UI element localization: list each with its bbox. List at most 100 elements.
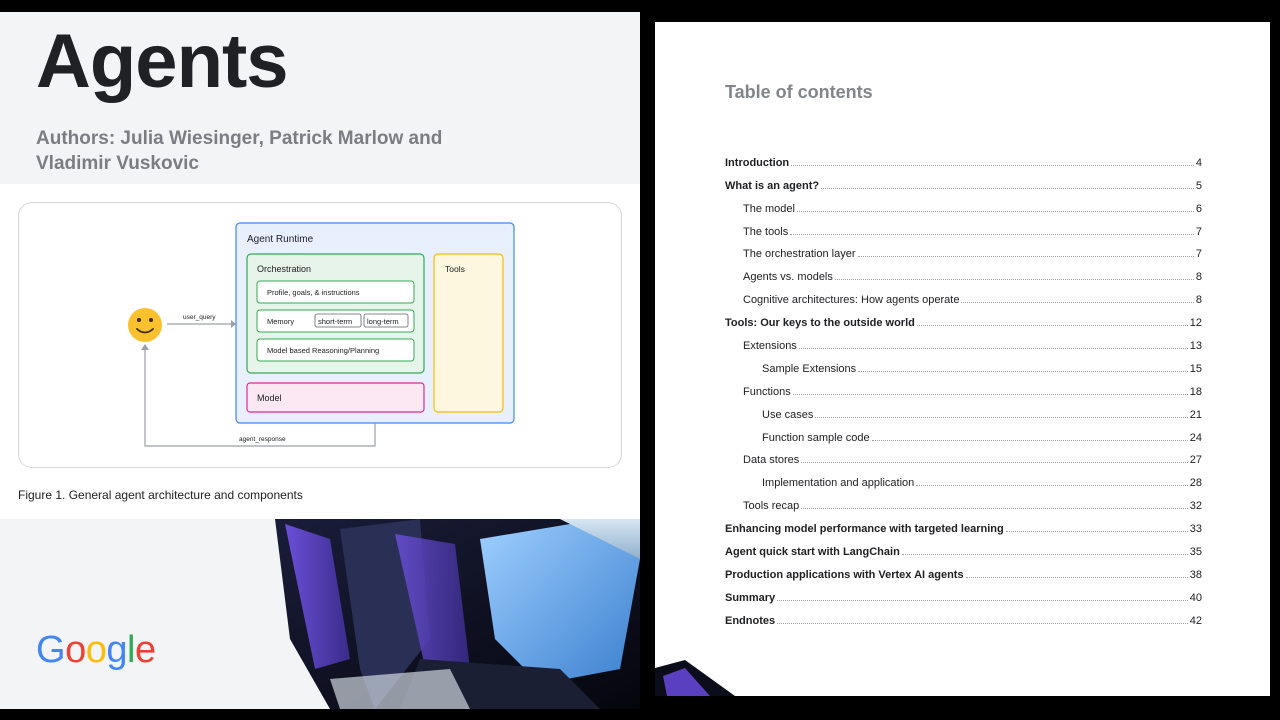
model-label: Model — [257, 393, 282, 403]
toc-entry-title: What is an agent? — [725, 179, 820, 192]
toc-entry-title: Production applications with Vertex AI a… — [725, 568, 964, 581]
toc-leader-dots — [965, 576, 1188, 578]
toc-leader-dots — [961, 302, 1194, 304]
toc-leader-dots — [791, 164, 1194, 166]
long-term-label: long-term — [367, 317, 399, 326]
toc-entry-title: Sample Extensions — [762, 362, 857, 375]
google-logo-letter: G — [36, 629, 66, 671]
toc-entry-page: 12 — [1189, 317, 1202, 330]
toc-entry-title: Endnotes — [725, 614, 776, 627]
google-logo: Google — [36, 629, 156, 672]
toc-entry[interactable]: Sample Extensions 15 — [725, 352, 1202, 375]
architecture-diagram-frame: Agent Runtime Orchestration Profile, goa… — [18, 202, 622, 468]
tools-label: Tools — [445, 264, 465, 274]
abstract-shapes-art — [275, 519, 640, 709]
toc-entry-title: Summary — [725, 591, 776, 604]
cover-artwork: Google — [0, 519, 640, 709]
corner-artwork — [655, 660, 735, 696]
toc-entry-title: Functions — [743, 385, 791, 398]
toc-entry-title: Agent quick start with LangChain — [725, 546, 900, 559]
user-query-label: user_query — [183, 314, 216, 321]
toc-entry-page: 24 — [1189, 431, 1202, 444]
toc-leader-dots — [834, 279, 1194, 281]
toc-leader-dots — [790, 233, 1194, 235]
toc-entry[interactable]: The orchestration layer 7 — [725, 238, 1202, 261]
memory-label: Memory — [267, 317, 294, 326]
user-query-arrow — [167, 320, 236, 328]
toc-entry-title: Enhancing model performance with targete… — [725, 523, 1004, 536]
toc-entry[interactable]: Data stores 27 — [725, 444, 1202, 467]
toc-leader-dots — [871, 439, 1188, 441]
toc-entry[interactable]: Summary 40 — [725, 581, 1202, 604]
toc-leader-dots — [815, 416, 1188, 418]
agent-response-label: agent_response — [239, 436, 286, 443]
toc-entry-page: 8 — [1195, 271, 1202, 284]
short-term-label: short-term — [318, 317, 352, 326]
toc-heading: Table of contents — [725, 82, 873, 102]
cover-page: Agents Authors: Julia Wiesinger, Patrick… — [0, 12, 640, 709]
toc-leader-dots — [857, 256, 1194, 258]
toc-entry[interactable]: Introduction 4 — [725, 146, 1202, 169]
toc-entry[interactable]: Extensions 13 — [725, 329, 1202, 352]
toc-entry-title: The tools — [743, 225, 789, 238]
toc-entry[interactable]: Production applications with Vertex AI a… — [725, 558, 1202, 581]
toc-entry-page: 32 — [1189, 500, 1202, 513]
toc-entry[interactable]: Functions 18 — [725, 375, 1202, 398]
toc-leader-dots — [901, 554, 1188, 556]
toc-entry-page: 28 — [1189, 477, 1202, 490]
toc-entry-page: 27 — [1189, 454, 1202, 467]
toc-entry-page: 5 — [1195, 179, 1202, 192]
toc-entry-title: Cognitive architectures: How agents oper… — [743, 294, 960, 307]
toc-entry-page: 35 — [1189, 546, 1202, 559]
toc-entry-page: 6 — [1195, 202, 1202, 215]
toc-entry[interactable]: Cognitive architectures: How agents oper… — [725, 283, 1202, 306]
google-logo-letter: l — [126, 629, 135, 671]
toc-entry-title: Tools recap — [743, 500, 800, 513]
toc-entry-page: 40 — [1189, 591, 1202, 604]
toc-entry[interactable]: Agent quick start with LangChain 35 — [725, 535, 1202, 558]
toc-entry-page: 7 — [1195, 248, 1202, 261]
toc-leader-dots — [821, 187, 1194, 189]
reasoning-label: Model based Reasoning/Planning — [267, 346, 379, 355]
toc-entry-page: 33 — [1189, 523, 1202, 536]
google-logo-letter: e — [134, 629, 156, 671]
toc-list: Introduction 4 What is an agent? 5 The model… — [725, 146, 1202, 627]
toc-entry-title: The orchestration layer — [743, 248, 856, 261]
document-authors: Authors: Julia Wiesinger, Patrick Marlow… — [36, 128, 443, 174]
profile-label: Profile, goals, & instructions — [267, 288, 360, 297]
toc-entry-title: The model — [743, 202, 795, 215]
toc-entry[interactable]: The tools 7 — [725, 215, 1202, 238]
toc-entry-page: 21 — [1189, 408, 1202, 421]
toc-entry[interactable]: Implementation and application 28 — [725, 466, 1202, 489]
toc-entry[interactable]: What is an agent? 5 — [725, 169, 1202, 192]
orchestration-label: Orchestration — [257, 264, 311, 274]
toc-entry-title: Implementation and application — [762, 477, 915, 490]
toc-entry[interactable]: Tools recap 32 — [725, 489, 1202, 512]
toc-entry[interactable]: Endnotes 42 — [725, 604, 1202, 627]
toc-leader-dots — [1005, 531, 1188, 533]
toc-entry-page: 8 — [1195, 294, 1202, 307]
toc-entry[interactable]: Tools: Our keys to the outside world 12 — [725, 306, 1202, 329]
toc-entry-page: 38 — [1189, 568, 1202, 581]
toc-entry[interactable]: Use cases 21 — [725, 398, 1202, 421]
figure-panel: Agent Runtime Orchestration Profile, goa… — [0, 184, 640, 519]
toc-entry[interactable]: Agents vs. models 8 — [725, 260, 1202, 283]
toc-leader-dots — [801, 462, 1188, 464]
toc-leader-dots — [858, 370, 1188, 372]
toc-entry-title: Agents vs. models — [743, 271, 833, 284]
figure-caption: Figure 1. General agent architecture and… — [18, 488, 303, 502]
toc-entry-page: 13 — [1189, 340, 1202, 353]
toc-entry-title: Introduction — [725, 156, 790, 169]
tools-box — [433, 253, 504, 413]
agent-runtime-label: Agent Runtime — [247, 234, 314, 245]
toc-entry[interactable]: The model 6 — [725, 192, 1202, 215]
document-title: Agents — [36, 19, 289, 104]
google-logo-letter: o — [65, 629, 86, 671]
toc-entry-title: Tools: Our keys to the outside world — [725, 317, 915, 330]
toc-leader-dots — [796, 210, 1194, 212]
architecture-diagram: Agent Runtime Orchestration Profile, goa… — [128, 222, 515, 447]
user-smiley-icon — [128, 308, 162, 342]
toc-entry[interactable]: Function sample code 24 — [725, 421, 1202, 444]
toc-entry[interactable]: Enhancing model performance with targete… — [725, 512, 1202, 535]
toc-leader-dots — [916, 485, 1188, 487]
